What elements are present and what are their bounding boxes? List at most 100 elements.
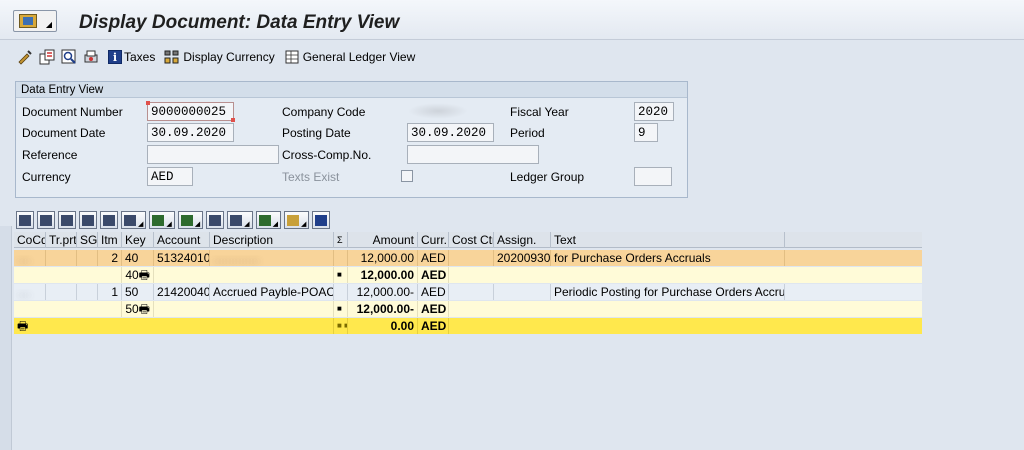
cell-amount: 12,000.00- — [348, 284, 418, 300]
reference-field[interactable] — [147, 145, 279, 164]
cell-cocd-redacted: .... — [14, 250, 46, 266]
layout-button[interactable]: ◢ — [283, 211, 310, 229]
binoculars-icon — [82, 214, 94, 226]
currency-icon — [163, 48, 181, 66]
currency-field[interactable]: AED — [147, 167, 193, 186]
total-icon: 🖶 — [17, 319, 29, 333]
column-header-amount[interactable]: Amount — [348, 232, 418, 248]
grid-toolbar: ◢ ◢ ◢ ◢ ◢ ◢ — [16, 210, 331, 230]
other-document-icon[interactable] — [38, 48, 56, 66]
column-header-account[interactable]: Account — [154, 232, 210, 248]
column-header-sg[interactable]: SG — [77, 232, 98, 248]
document-date-label: Document Date — [22, 126, 106, 140]
cell-spacer — [14, 301, 122, 317]
magnifier-icon — [19, 214, 31, 226]
cell-spacer — [449, 267, 922, 283]
subtotal-row[interactable]: 50🖶 ■ 12,000.00- AED — [14, 301, 922, 317]
find-button[interactable] — [79, 211, 97, 229]
column-header-assign[interactable]: Assign. — [494, 232, 551, 248]
period-label: Period — [510, 126, 545, 140]
cell-trprt — [46, 250, 77, 266]
cell-amount: 12,000.00 — [348, 250, 418, 266]
column-header-redacted — [785, 232, 922, 248]
cell-spacer — [449, 318, 922, 334]
column-header-description[interactable]: Description — [210, 232, 334, 248]
find-next-button[interactable] — [100, 211, 118, 229]
chevron-down-icon: ◢ — [300, 221, 307, 228]
print-preview-icon — [209, 214, 222, 226]
application-toolbar: i Taxes Display Currency General Ledger … — [16, 46, 415, 68]
views-button[interactable]: ◢ — [227, 211, 253, 229]
fiscal-year-field[interactable]: 2020 — [634, 102, 674, 121]
general-ledger-view-button[interactable]: General Ledger View — [283, 48, 415, 66]
document-number-label: Document Number — [22, 105, 123, 119]
details-button[interactable] — [16, 211, 34, 229]
cross-comp-field[interactable] — [407, 145, 539, 164]
ledger-group-field[interactable] — [634, 167, 672, 186]
column-header-cost-ctr[interactable]: Cost Ctr — [449, 232, 494, 248]
taxes-button[interactable]: i Taxes — [108, 50, 155, 64]
subtotal-icon — [180, 214, 193, 226]
subtotal-button[interactable]: ◢ — [177, 211, 204, 229]
cell-spacer — [449, 301, 922, 317]
cell-key: 50 — [125, 302, 139, 316]
column-header-trprt[interactable]: Tr.prt — [46, 232, 77, 248]
cell-spacer — [154, 301, 334, 317]
information-button[interactable] — [312, 211, 331, 229]
column-header-sum-marker[interactable]: Σ — [334, 232, 348, 248]
export-button[interactable]: ◢ — [255, 211, 281, 229]
display-currency-label: Display Currency — [183, 50, 275, 64]
column-header-text[interactable]: Text — [551, 232, 785, 248]
chevron-down-icon: ◢ — [45, 20, 52, 29]
print-list-button[interactable] — [37, 211, 55, 229]
cell-amount: 12,000.00 — [348, 267, 418, 283]
display-change-icon[interactable] — [16, 48, 34, 66]
column-header-itm[interactable]: Itm — [98, 232, 122, 248]
cross-comp-label: Cross-Comp.No. — [282, 148, 372, 162]
document-icon-overlay — [23, 17, 33, 25]
column-header-key[interactable]: Key — [122, 232, 154, 248]
info-icon — [315, 214, 328, 226]
print-preview-button[interactable] — [206, 211, 225, 229]
document-number-field[interactable]: 9000000025 — [146, 101, 235, 122]
total-row[interactable]: 🖶 ■ ■ 0.00 AED — [14, 318, 922, 334]
print-icon[interactable] — [82, 48, 100, 66]
funnel-icon — [124, 214, 136, 226]
views-icon — [230, 214, 243, 226]
print-icon — [40, 214, 52, 226]
cell-extra — [785, 284, 922, 300]
document-date-field[interactable]: 30.09.2020 — [147, 123, 234, 142]
texts-exist-checkbox[interactable] — [401, 170, 413, 182]
cell-sum-marker — [334, 284, 348, 300]
cell-key: 50 — [122, 284, 154, 300]
total-button[interactable]: ◢ — [149, 211, 175, 229]
display-currency-button[interactable]: Display Currency — [163, 48, 275, 66]
cell-key: 40 — [122, 250, 154, 266]
subtotal-row[interactable]: 40🖶 ■ 12,000.00 AED — [14, 267, 922, 283]
cell-key-subtotal: 50🖶 — [122, 301, 154, 317]
column-header-cocd[interactable]: CoCd — [14, 232, 46, 248]
cell-spacer — [154, 267, 334, 283]
cell-sg — [77, 250, 98, 266]
left-scroll-edge — [0, 226, 12, 450]
subtotal-marker: ■ — [334, 301, 348, 317]
layout-icon — [286, 214, 299, 226]
reference-label: Reference — [22, 148, 78, 162]
table-row[interactable]: .... 1 50 21420040 Accrued Payble-POACE … — [14, 284, 922, 300]
ledger-group-label: Ledger Group — [510, 170, 585, 184]
document-overview-icon[interactable] — [60, 48, 78, 66]
set-filter-button[interactable]: ◢ — [121, 211, 147, 229]
cell-cost-ctr — [449, 284, 494, 300]
period-field[interactable]: 9 — [634, 123, 658, 142]
info-icon: i — [108, 50, 122, 64]
cell-curr: AED — [418, 267, 449, 283]
cell-trprt — [46, 284, 77, 300]
posting-date-field[interactable]: 30.09.2020 — [407, 123, 494, 142]
system-menu-button[interactable]: ◢ — [13, 10, 57, 32]
column-header-curr[interactable]: Curr. — [418, 232, 449, 248]
chevron-down-icon: ◢ — [244, 221, 250, 228]
binoculars-next-icon — [103, 214, 115, 226]
filter-button[interactable] — [58, 211, 76, 229]
table-row[interactable]: .... 2 40 51324010 .............. 12,000… — [14, 250, 922, 266]
cell-sum-marker — [334, 250, 348, 266]
